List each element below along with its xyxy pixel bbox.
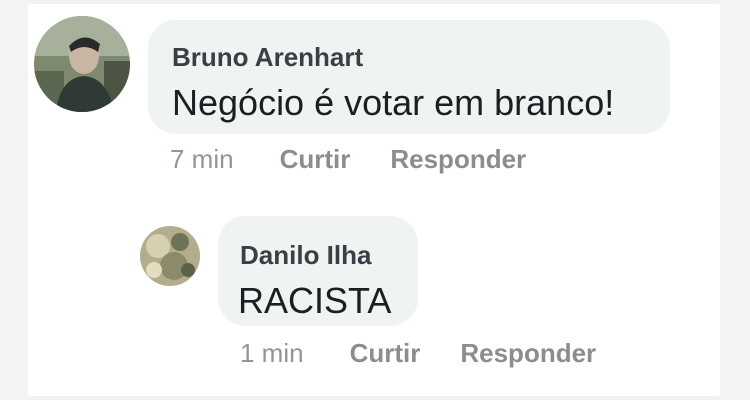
like-button[interactable]: Curtir [350,338,421,369]
comment-author[interactable]: Bruno Arenhart [172,42,363,73]
comment-bubble: Bruno Arenhart Negócio é votar em branco… [148,20,670,134]
reply-text: RACISTA [238,280,392,321]
reply-button[interactable]: Responder [460,338,596,369]
reply-author[interactable]: Danilo Ilha [240,240,371,271]
reply-button[interactable]: Responder [390,144,526,175]
comment-timestamp[interactable]: 7 min [170,144,234,175]
reply-actions: 1 min Curtir Responder [240,338,596,369]
avatar[interactable] [140,226,200,286]
avatar[interactable] [34,16,130,112]
like-button[interactable]: Curtir [280,144,351,175]
comment-actions: 7 min Curtir Responder [170,144,526,175]
comment-text: Negócio é votar em branco! [172,82,615,123]
profile-photo-icon [140,226,200,286]
reply-timestamp[interactable]: 1 min [240,338,304,369]
reply-bubble: Danilo Ilha RACISTA [218,216,418,326]
profile-photo-icon [34,16,130,112]
comment-thread: Bruno Arenhart Negócio é votar em branco… [28,4,720,396]
